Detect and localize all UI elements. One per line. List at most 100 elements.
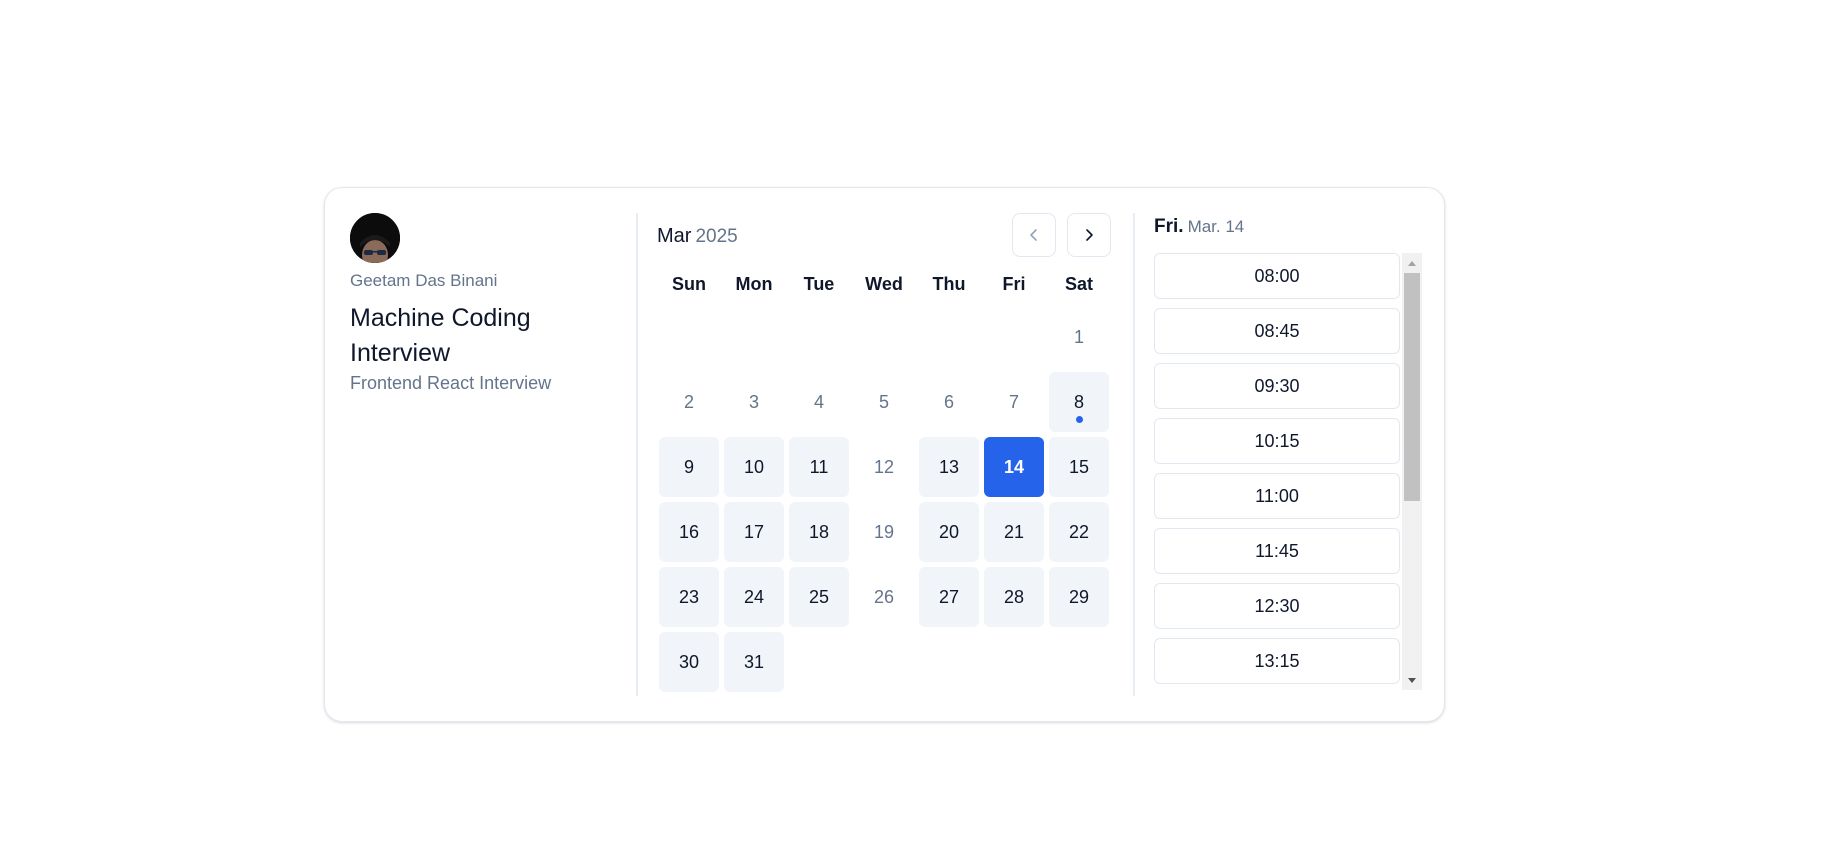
selected-day-of-week: Fri. [1154,216,1184,237]
weekday-label: Tue [803,274,835,294]
day-number: 27 [938,586,960,607]
host-avatar [350,213,400,263]
selected-date: Mar. 14 [1187,217,1245,236]
day-cell: 26 [854,567,914,627]
time-slot-button[interactable]: 09:30 [1154,363,1400,409]
time-slot-button[interactable]: 13:15 [1154,638,1400,684]
time-slot-button[interactable]: 08:45 [1154,308,1400,354]
booking-card: Geetam Das Binani Machine Coding Intervi… [324,187,1445,722]
day-number: 23 [678,586,700,607]
day-cell: 2 [659,372,719,432]
day-cell[interactable]: 24 [724,567,784,627]
time-slots-scroll-area[interactable]: 08:00 08:45 09:30 10:15 11:00 11:45 12:30 13:15… [1154,253,1422,690]
day-number: 18 [808,521,830,542]
time-slot-button[interactable]: 10:15 [1154,418,1400,464]
time-slot-button[interactable]: 11:00 [1154,473,1400,519]
weekday-label: Wed [865,274,903,294]
previous-month-button[interactable] [1012,213,1056,257]
weekday-label: Sun [672,274,706,294]
scroll-down-arrow-icon[interactable] [1402,670,1422,690]
day-cell[interactable]: 25 [789,567,849,627]
day-number: 2 [683,391,694,412]
day-number: 31 [743,651,765,672]
day-cell[interactable]: 18 [789,502,849,562]
day-cell[interactable]: 29 [1049,567,1109,627]
day-blank [659,307,719,367]
scroll-up-arrow-icon[interactable] [1402,253,1422,273]
day-number: 13 [938,456,960,477]
time-slot-button[interactable]: 12:30 [1154,583,1400,629]
day-number: 7 [1008,391,1019,412]
day-cell[interactable]: 27 [919,567,979,627]
weekday-header-row: Sun Mon Tue Wed Thu Fri Sat [657,269,1117,299]
day-cell-selected[interactable]: 14 [984,437,1044,497]
day-cell[interactable]: 31 [724,632,784,692]
month-label: Mar 2025 [657,225,738,248]
day-number: 11 [809,456,829,477]
calendar-header: Mar 2025 [657,213,1117,259]
day-cell[interactable]: 8 [1049,372,1109,432]
day-cell[interactable]: 17 [724,502,784,562]
weekday-label: Fri [1002,274,1026,294]
day-number: 17 [743,521,765,542]
day-number: 3 [748,391,759,412]
day-cell: 3 [724,372,784,432]
day-cell[interactable]: 13 [919,437,979,497]
day-number: 26 [873,586,895,607]
profile-panel: Geetam Das Binani Machine Coding Intervi… [350,213,610,394]
day-cell[interactable]: 15 [1049,437,1109,497]
host-name: Geetam Das Binani [350,271,498,290]
scrollbar[interactable] [1402,253,1422,690]
chevron-left-icon [1030,229,1037,241]
day-cell[interactable]: 28 [984,567,1044,627]
day-number: 10 [743,456,765,477]
time-slot-button[interactable]: 11:45 [1154,528,1400,574]
time-slot-button[interactable]: 08:00 [1154,253,1400,299]
today-indicator-dot [1075,416,1083,423]
calendar: Mar 2025 Sun Mon Tue Wed Thu Fri Sat 1234567891… [657,213,1117,692]
scrollbar-thumb[interactable] [1404,273,1420,501]
day-number: 19 [873,521,895,542]
day-number: 20 [938,521,960,542]
day-blank [724,307,784,367]
event-title: Machine Coding Interview [350,304,531,367]
day-number: 25 [808,586,830,607]
chevron-right-icon [1086,229,1093,241]
day-cell[interactable]: 9 [659,437,719,497]
day-cell: 7 [984,372,1044,432]
day-blank [789,307,849,367]
day-cell[interactable]: 21 [984,502,1044,562]
divider [1133,213,1135,696]
day-cell[interactable]: 10 [724,437,784,497]
weekday-label: Sat [1064,274,1093,294]
day-cell[interactable]: 22 [1049,502,1109,562]
divider [636,213,638,696]
day-number: 15 [1068,456,1090,477]
weekday-label: Mon [735,274,773,294]
selected-date-header: Fri. Mar. 14 [1154,213,1422,253]
day-blank [854,307,914,367]
day-number: 24 [743,586,765,607]
day-grid: 1 2 3 4 5 6 7 8 9 10 11 12 13 14 15 16 17 18 19 20 21 22 23 24 2… [657,307,1117,692]
time-slots-panel: Fri. Mar. 14 08:00 08:45 09:30 10:15 11:00 11:… [1154,213,1422,690]
day-number: 12 [873,456,895,477]
day-number: 16 [678,521,700,542]
year-label: 2025 [695,226,738,247]
day-cell[interactable]: 11 [789,437,849,497]
day-number: 8 [1073,391,1084,412]
weekday-label: Thu [932,274,966,294]
day-number: 30 [678,651,700,672]
day-cell[interactable]: 16 [659,502,719,562]
day-cell[interactable]: 20 [919,502,979,562]
day-number: 22 [1068,521,1090,542]
day-cell: 19 [854,502,914,562]
time-slots-list: 08:00 08:45 09:30 10:15 11:00 11:45 12:30 13:15… [1154,253,1400,690]
day-cell[interactable]: 23 [659,567,719,627]
day-number: 28 [1003,586,1025,607]
day-cell: 6 [919,372,979,432]
day-cell[interactable]: 30 [659,632,719,692]
day-number: 5 [878,391,889,412]
day-number: 21 [1003,521,1025,542]
day-cell: 5 [854,372,914,432]
next-month-button[interactable] [1067,213,1111,257]
